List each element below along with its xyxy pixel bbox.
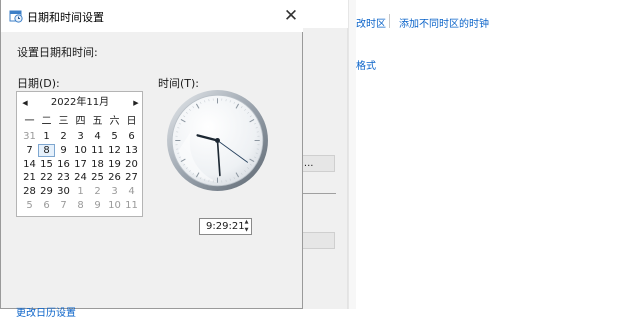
clock-calendar-icon xyxy=(9,9,23,23)
calendar-day[interactable]: 10 xyxy=(106,199,123,212)
calendar-day[interactable]: 26 xyxy=(106,171,123,184)
calendar-day[interactable]: 8 xyxy=(72,199,89,212)
calendar-day[interactable]: 13 xyxy=(123,144,140,157)
weekday-header: 五 xyxy=(89,115,106,128)
calendar-day[interactable]: 21 xyxy=(21,171,38,184)
calendar-day[interactable]: 24 xyxy=(72,171,89,184)
calendar-day-selected[interactable]: 8 xyxy=(38,144,55,157)
calendar-day[interactable]: 15 xyxy=(38,158,55,171)
background-divider xyxy=(300,193,336,194)
calendar-day[interactable]: 20 xyxy=(123,158,140,171)
calendar-day[interactable]: 7 xyxy=(21,144,38,157)
add-clocks-link[interactable]: 添加不同时区的时钟 xyxy=(399,15,489,30)
spin-down-icon[interactable]: ▼ xyxy=(242,227,251,234)
date-time-dialog: 日期和时间设置 ✕ 设置日期和时间: 日期(D): 时间(T): ◀ 2022年… xyxy=(0,0,303,309)
calendar-day[interactable]: 16 xyxy=(55,158,72,171)
calendar-day[interactable]: 19 xyxy=(106,158,123,171)
calendar-day[interactable]: 2 xyxy=(89,185,106,198)
background-scroll-strip xyxy=(348,0,356,309)
calendar-day[interactable]: 14 xyxy=(21,158,38,171)
calendar-month-title[interactable]: 2022年11月 xyxy=(31,95,129,111)
weekday-header: 一 xyxy=(21,115,38,128)
dialog-titlebar[interactable]: 日期和时间设置 ✕ xyxy=(1,0,303,32)
calendar-day[interactable]: 5 xyxy=(106,130,123,143)
calendar-day[interactable]: 23 xyxy=(55,171,72,184)
calendar-day[interactable]: 12 xyxy=(106,144,123,157)
time-spinner[interactable]: 9:29:21 ▲ ▼ xyxy=(199,218,252,235)
link-separator xyxy=(389,14,390,28)
time-input[interactable]: 9:29:21 xyxy=(206,221,245,232)
calendar-day[interactable]: 17 xyxy=(72,158,89,171)
calendar-day[interactable]: 25 xyxy=(89,171,106,184)
calendar-day[interactable]: 4 xyxy=(123,185,140,198)
previous-month-icon[interactable]: ◀ xyxy=(19,95,31,111)
calendar-day[interactable]: 10 xyxy=(72,144,89,157)
weekday-header: 日 xyxy=(123,115,140,128)
next-month-icon[interactable]: ▶ xyxy=(130,95,142,111)
calendar-day[interactable]: 22 xyxy=(38,171,55,184)
calendar-day[interactable]: 7 xyxy=(55,199,72,212)
calendar-day[interactable]: 28 xyxy=(21,185,38,198)
analog-clock xyxy=(166,89,269,192)
weekday-header: 三 xyxy=(55,115,72,128)
calendar-day[interactable]: 11 xyxy=(123,199,140,212)
formats-link[interactable]: 格式 xyxy=(356,57,376,72)
calendar-day[interactable]: 9 xyxy=(89,199,106,212)
calendar-day[interactable]: 2 xyxy=(55,130,72,143)
calendar-day[interactable]: 1 xyxy=(38,130,55,143)
calendar-day[interactable]: 30 xyxy=(55,185,72,198)
calendar-day[interactable]: 3 xyxy=(72,130,89,143)
clock-center xyxy=(215,138,220,143)
spin-up-icon[interactable]: ▲ xyxy=(242,219,251,226)
dialog-title: 日期和时间设置 xyxy=(27,9,104,25)
calendar-day[interactable]: 9 xyxy=(55,144,72,157)
date-label: 日期(D): xyxy=(17,75,60,91)
change-calendar-settings-link[interactable]: 更改日历设置 xyxy=(16,304,76,319)
weekday-header: 二 xyxy=(38,115,55,128)
calendar-day[interactable]: 29 xyxy=(38,185,55,198)
close-button[interactable]: ✕ xyxy=(279,2,303,30)
calendar-day[interactable]: 27 xyxy=(123,171,140,184)
set-date-time-label: 设置日期和时间: xyxy=(17,44,98,60)
calendar-day[interactable]: 5 xyxy=(21,199,38,212)
calendar-day[interactable]: 3 xyxy=(106,185,123,198)
calendar-day[interactable]: 11 xyxy=(89,144,106,157)
weekday-header: 四 xyxy=(72,115,89,128)
calendar[interactable]: ◀ 2022年11月 ▶ 一二三四五六日 3112345678910111213… xyxy=(16,91,143,217)
calendar-day[interactable]: 1 xyxy=(72,185,89,198)
calendar-day[interactable]: 6 xyxy=(38,199,55,212)
calendar-day[interactable]: 18 xyxy=(89,158,106,171)
calendar-day[interactable]: 31 xyxy=(21,130,38,143)
calendar-day[interactable]: 6 xyxy=(123,130,140,143)
calendar-header: ◀ 2022年11月 ▶ xyxy=(17,95,142,111)
weekday-header: 六 xyxy=(106,115,123,128)
change-timezone-link[interactable]: 改时区 xyxy=(356,15,386,30)
calendar-day[interactable]: 4 xyxy=(89,130,106,143)
